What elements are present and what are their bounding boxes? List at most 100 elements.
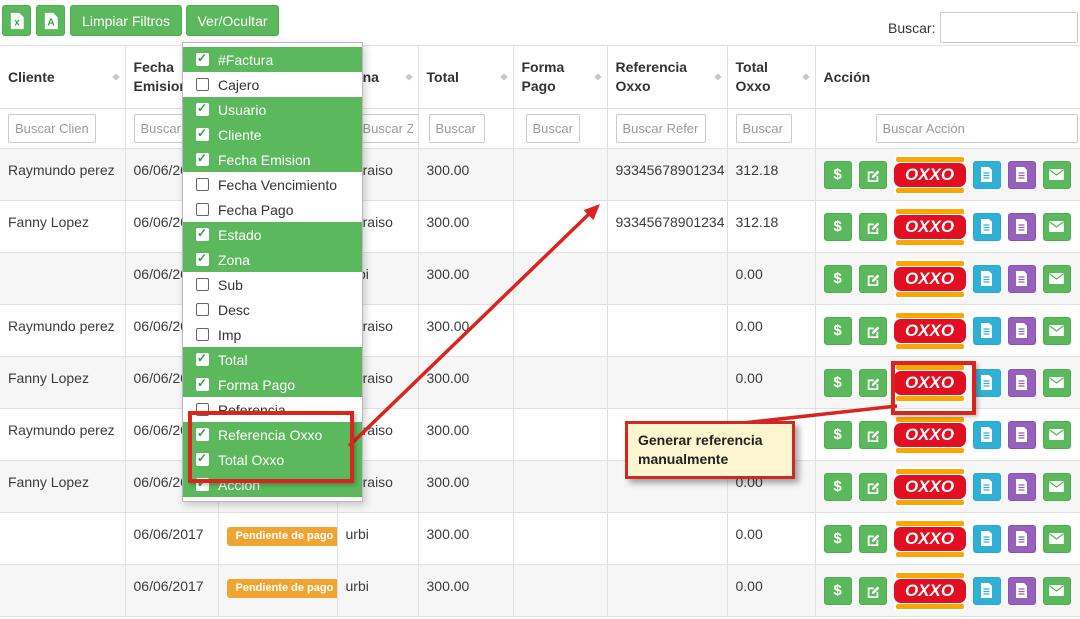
oxxo-reference-button[interactable]: OXXO — [894, 519, 966, 559]
menu-item-cliente[interactable]: Cliente — [183, 122, 362, 147]
ticket-document-button[interactable] — [1008, 317, 1036, 345]
pay-button[interactable]: $ — [824, 473, 852, 501]
oxxo-reference-button[interactable]: OXXO — [894, 415, 966, 455]
menu-item-usuario[interactable]: Usuario — [183, 97, 362, 122]
invoice-document-button[interactable] — [973, 525, 1001, 553]
status-badge: Pendiente de pago — [227, 579, 338, 598]
email-button[interactable] — [1043, 473, 1071, 501]
edit-button[interactable] — [859, 265, 887, 293]
invoice-document-button[interactable] — [973, 213, 1001, 241]
sort-icon — [594, 69, 602, 86]
pay-button[interactable]: $ — [824, 317, 852, 345]
edit-button[interactable] — [859, 421, 887, 449]
column-header-referencia-oxxo[interactable]: Referencia Oxxo — [607, 46, 727, 109]
menu-item-sub[interactable]: Sub — [183, 272, 362, 297]
cell-total: 300.00 — [418, 305, 513, 357]
cell-forma-pago — [513, 461, 607, 513]
document-icon — [1015, 167, 1028, 182]
ticket-document-button[interactable] — [1008, 577, 1036, 605]
pay-button[interactable]: $ — [824, 265, 852, 293]
filter-cliente-input[interactable] — [8, 114, 96, 143]
ticket-document-button[interactable] — [1008, 473, 1036, 501]
invoice-document-button[interactable] — [973, 473, 1001, 501]
show-hide-columns-button[interactable]: Ver/Ocultar — [186, 5, 279, 36]
invoice-document-button[interactable] — [973, 421, 1001, 449]
edit-button[interactable] — [859, 161, 887, 189]
menu-item-fecha-vencimiento[interactable]: Fecha Vencimiento — [183, 172, 362, 197]
filter-accion-input[interactable] — [876, 114, 1078, 143]
oxxo-reference-button[interactable]: OXXO — [894, 259, 966, 299]
oxxo-reference-button[interactable]: OXXO — [894, 571, 966, 611]
cell-total-oxxo: 0.00 — [727, 513, 815, 565]
menu-item-fecha-pago[interactable]: Fecha Pago — [183, 197, 362, 222]
invoice-document-button[interactable] — [973, 161, 1001, 189]
ticket-document-button[interactable] — [1008, 369, 1036, 397]
cell-cliente: Fanny Lopez — [0, 461, 125, 513]
cell-estado: Pendiente de pago — [218, 513, 337, 565]
email-button[interactable] — [1043, 317, 1071, 345]
email-button[interactable] — [1043, 421, 1071, 449]
filter-zona-input[interactable] — [356, 114, 419, 143]
oxxo-reference-button[interactable]: OXXO — [894, 155, 966, 195]
menu-item-total[interactable]: Total — [183, 347, 362, 372]
menu-item-factura[interactable]: #Factura — [183, 47, 362, 72]
clear-filters-button[interactable]: Limpiar Filtros — [70, 5, 182, 36]
pay-button[interactable]: $ — [824, 369, 852, 397]
oxxo-reference-button[interactable]: OXXO — [894, 467, 966, 507]
invoice-document-button[interactable] — [973, 577, 1001, 605]
cell-cliente — [0, 253, 125, 305]
email-button[interactable] — [1043, 161, 1071, 189]
filter-total-input[interactable] — [429, 114, 485, 143]
email-button[interactable] — [1043, 369, 1071, 397]
pay-button[interactable]: $ — [824, 161, 852, 189]
oxxo-reference-button[interactable]: OXXO — [894, 207, 966, 247]
table-row: Fanny Lopez 06/06/2017 Paraiso 300.00 93… — [0, 201, 1080, 253]
document-icon — [1015, 531, 1028, 546]
ticket-document-button[interactable] — [1008, 161, 1036, 189]
pay-button[interactable]: $ — [824, 421, 852, 449]
edit-button[interactable] — [859, 369, 887, 397]
ticket-document-button[interactable] — [1008, 265, 1036, 293]
column-header-total[interactable]: Total — [418, 46, 513, 109]
edit-button[interactable] — [859, 213, 887, 241]
oxxo-stripe — [896, 261, 964, 266]
ticket-document-button[interactable] — [1008, 213, 1036, 241]
export-excel-button[interactable]: x — [2, 5, 31, 36]
filter-forma-pago-input[interactable] — [526, 114, 580, 143]
export-pdf-button[interactable]: A — [36, 5, 65, 36]
menu-item-desc[interactable]: Desc — [183, 297, 362, 322]
email-button[interactable] — [1043, 577, 1071, 605]
menu-item-forma-pago[interactable]: Forma Pago — [183, 372, 362, 397]
email-button[interactable] — [1043, 265, 1071, 293]
edit-button[interactable] — [859, 473, 887, 501]
column-header-forma-pago[interactable]: Forma Pago — [513, 46, 607, 109]
oxxo-stripe — [896, 469, 964, 474]
filter-referencia-oxxo-input[interactable] — [616, 114, 706, 143]
global-search-input[interactable] — [940, 12, 1078, 43]
menu-item-imp[interactable]: Imp — [183, 322, 362, 347]
column-header-total-oxxo[interactable]: Total Oxxo — [727, 46, 815, 109]
email-button[interactable] — [1043, 525, 1071, 553]
invoice-document-button[interactable] — [973, 265, 1001, 293]
pay-button[interactable]: $ — [824, 577, 852, 605]
cell-referencia-oxxo — [607, 305, 727, 357]
column-header-cliente[interactable]: Cliente — [0, 46, 125, 109]
edit-button[interactable] — [859, 317, 887, 345]
checkbox-checked-icon — [196, 253, 209, 266]
email-button[interactable] — [1043, 213, 1071, 241]
invoice-document-button[interactable] — [973, 369, 1001, 397]
cell-total-oxxo: 312.18 — [727, 201, 815, 253]
menu-item-zona[interactable]: Zona — [183, 247, 362, 272]
edit-button[interactable] — [859, 577, 887, 605]
ticket-document-button[interactable] — [1008, 421, 1036, 449]
menu-item-estado[interactable]: Estado — [183, 222, 362, 247]
oxxo-reference-button[interactable]: OXXO — [894, 311, 966, 351]
filter-total-oxxo-input[interactable] — [736, 114, 792, 143]
menu-item-cajero[interactable]: Cajero — [183, 72, 362, 97]
edit-button[interactable] — [859, 525, 887, 553]
menu-item-fecha-emision[interactable]: Fecha Emision — [183, 147, 362, 172]
invoice-document-button[interactable] — [973, 317, 1001, 345]
pay-button[interactable]: $ — [824, 525, 852, 553]
pay-button[interactable]: $ — [824, 213, 852, 241]
ticket-document-button[interactable] — [1008, 525, 1036, 553]
